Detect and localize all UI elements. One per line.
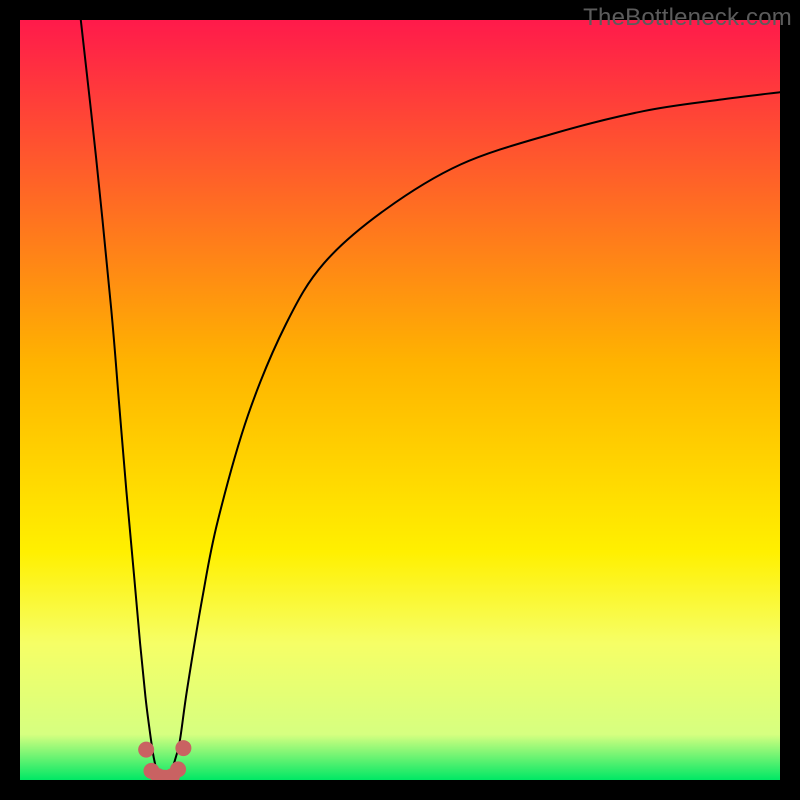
marker-point bbox=[170, 761, 186, 777]
bottleneck-chart bbox=[20, 20, 780, 780]
marker-point bbox=[138, 742, 154, 758]
chart-frame: TheBottleneck.com bbox=[0, 0, 800, 800]
watermark-text: TheBottleneck.com bbox=[583, 4, 792, 32]
gradient-background bbox=[20, 20, 780, 780]
plot-area bbox=[20, 20, 780, 780]
marker-point bbox=[175, 740, 191, 756]
